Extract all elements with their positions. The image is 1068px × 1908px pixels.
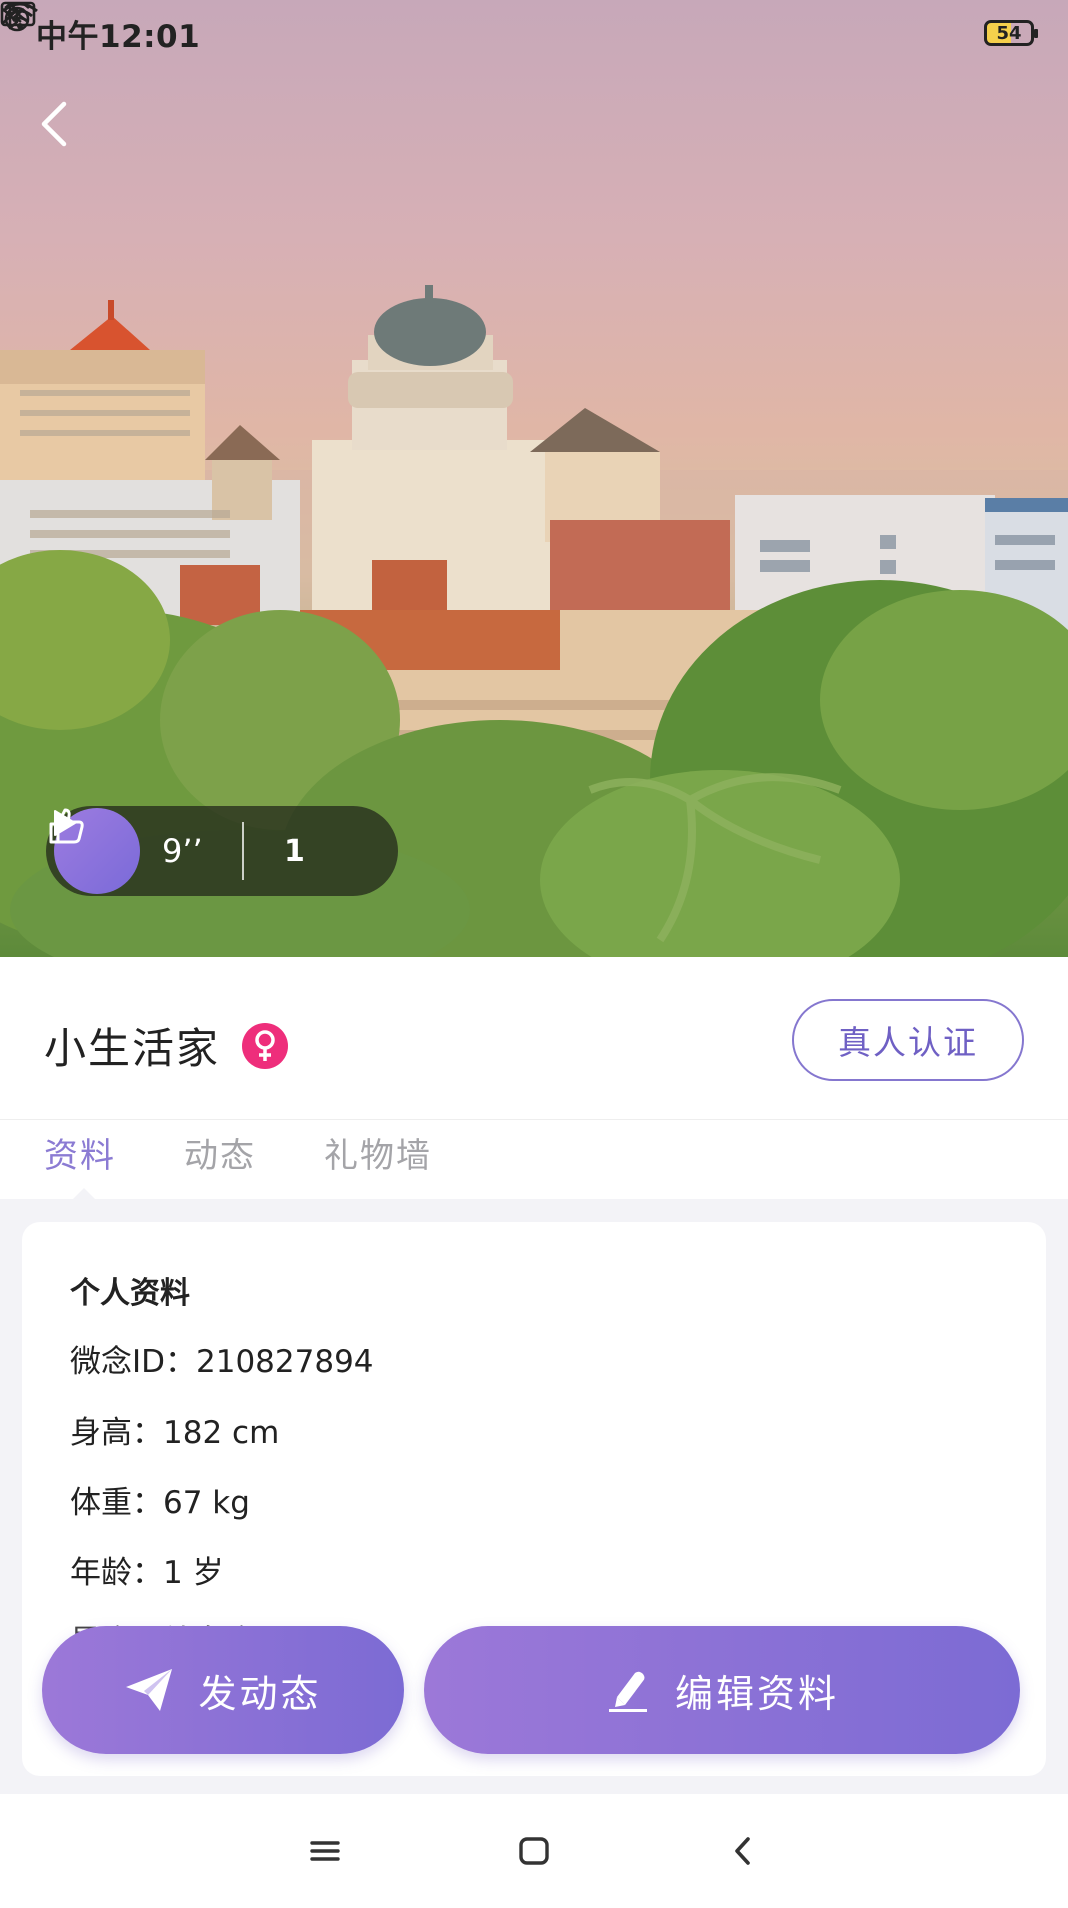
pill-divider (242, 822, 244, 880)
info-height: 身高：182 cm (70, 1415, 280, 1451)
card-title: 个人资料 (70, 1276, 190, 1311)
battery-icon: 54 (984, 20, 1038, 46)
status-time: 中午12:01 (36, 18, 201, 55)
chevron-left-icon (41, 101, 67, 147)
post-moment-label: 发动态 (198, 1671, 322, 1716)
active-tab-indicator (70, 1188, 98, 1202)
like-button[interactable]: 1 (49, 808, 305, 869)
back-arrow-icon (735, 1837, 751, 1865)
edit-profile-button[interactable]: 编辑资料 (424, 1626, 1020, 1754)
real-person-verify-button[interactable]: 真人认证 (792, 999, 1024, 1081)
female-icon (242, 1022, 289, 1069)
info-age: 年龄：1 岁 (70, 1555, 224, 1591)
tab-gift-wall[interactable]: 礼物墙 (324, 1120, 432, 1177)
profile-header: 小生活家 真人认证 (0, 957, 1068, 1119)
status-icons: 54 (0, 1, 1038, 46)
cover-photo: 中午12:01 54 9’’ 1 (0, 0, 1068, 957)
nav-menu-button[interactable] (295, 1821, 355, 1881)
thumbs-up-icon (49, 808, 84, 844)
back-button[interactable] (30, 96, 80, 152)
info-weight: 体重：67 kg (70, 1485, 250, 1521)
menu-icon (309, 1841, 340, 1861)
system-nav-bar (0, 1794, 1068, 1908)
voice-duration: 9’’ (162, 832, 203, 870)
voice-intro-pill: 9’’ 1 (46, 806, 398, 896)
female-symbol (255, 1029, 275, 1061)
battery-level: 54 (996, 22, 1022, 44)
tab-info[interactable]: 资料 (44, 1120, 116, 1177)
like-count: 1 (284, 833, 305, 869)
send-icon (126, 1669, 173, 1711)
profile-tabs: 资料 动态 礼物墙 (0, 1119, 1068, 1199)
tab-moments[interactable]: 动态 (184, 1120, 256, 1177)
nav-home-button[interactable] (504, 1821, 564, 1881)
status-bar: 中午12:01 54 (0, 0, 1068, 66)
post-moment-button[interactable]: 发动态 (42, 1626, 404, 1754)
home-square-icon (519, 1837, 549, 1865)
edit-profile-label: 编辑资料 (674, 1671, 839, 1716)
name-row: 小生活家 (44, 1015, 289, 1076)
username: 小生活家 (44, 1024, 221, 1073)
wifi-icon (2, 2, 38, 29)
edit-pen-icon (608, 1671, 647, 1712)
profile-page: 中午12:01 54 9’’ 1 小生活家 真人认证 资料 动态 礼物墙 个人资… (0, 0, 1068, 1908)
info-id: 微念ID：210827894 (70, 1344, 374, 1380)
nav-back-button[interactable] (713, 1821, 773, 1881)
